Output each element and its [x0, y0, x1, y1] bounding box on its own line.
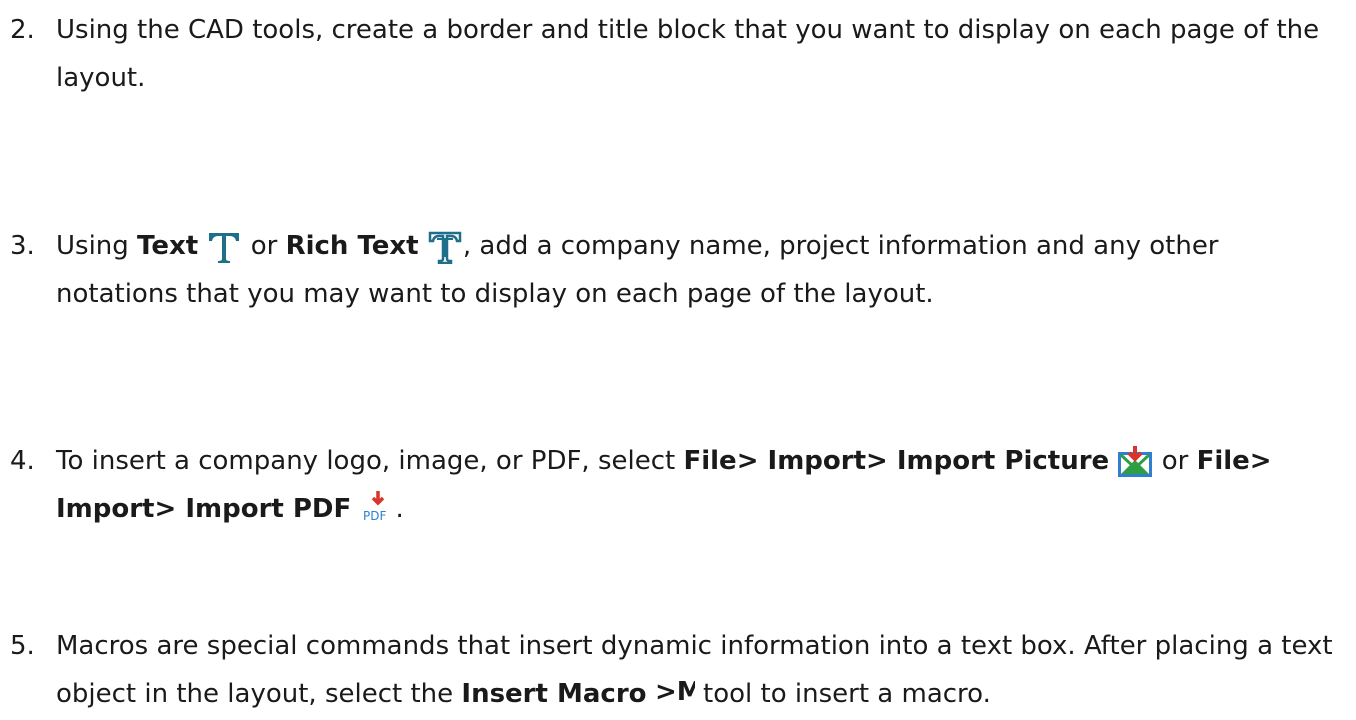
step-number: 2. [10, 15, 35, 45]
step-number: 3. [10, 231, 35, 261]
step-text-mid: or [242, 231, 286, 261]
step-2: 2. Using the CAD tools, create a border … [10, 6, 1346, 102]
insert-macro-label: Insert Macro [461, 679, 647, 709]
import-picture-icon [1117, 445, 1153, 478]
step-text-mid: or [1153, 446, 1197, 476]
step-4: 4. To insert a company logo, image, or P… [10, 437, 1346, 533]
import-picture-path: File> Import> Import Picture [683, 446, 1110, 476]
insert-macro-icon: >M [655, 675, 695, 705]
pdf-icon-label: PDF [363, 509, 386, 523]
step-number: 5. [10, 631, 35, 661]
macro-icon-label: >M [655, 677, 695, 705]
step-text: To insert a company logo, image, or PDF,… [56, 437, 1346, 533]
import-pdf-icon: PDF [360, 489, 396, 523]
instructions-page: 2. Using the CAD tools, create a border … [0, 0, 1356, 720]
step-text-post: . [395, 494, 404, 524]
step-5: 5. Macros are special commands that inse… [10, 622, 1346, 718]
step-text: Macros are special commands that insert … [56, 622, 1346, 718]
step-text: Using the CAD tools, create a border and… [56, 15, 1320, 93]
text-tool-icon [206, 230, 242, 264]
step-number: 4. [10, 446, 35, 476]
rich-text-tool-icon [427, 230, 463, 264]
step-text-pre: To insert a company logo, image, or PDF,… [56, 446, 684, 476]
step-text-post: tool to insert a macro. [694, 679, 991, 709]
text-tool-label: Text [137, 231, 199, 261]
rich-text-tool-label: Rich Text [285, 231, 419, 261]
step-text: Using Text or Rich Text , add a company … [56, 222, 1346, 318]
step-3: 3. Using Text or Rich Text , add a compa… [10, 222, 1346, 318]
step-text-pre: Using [56, 231, 138, 261]
